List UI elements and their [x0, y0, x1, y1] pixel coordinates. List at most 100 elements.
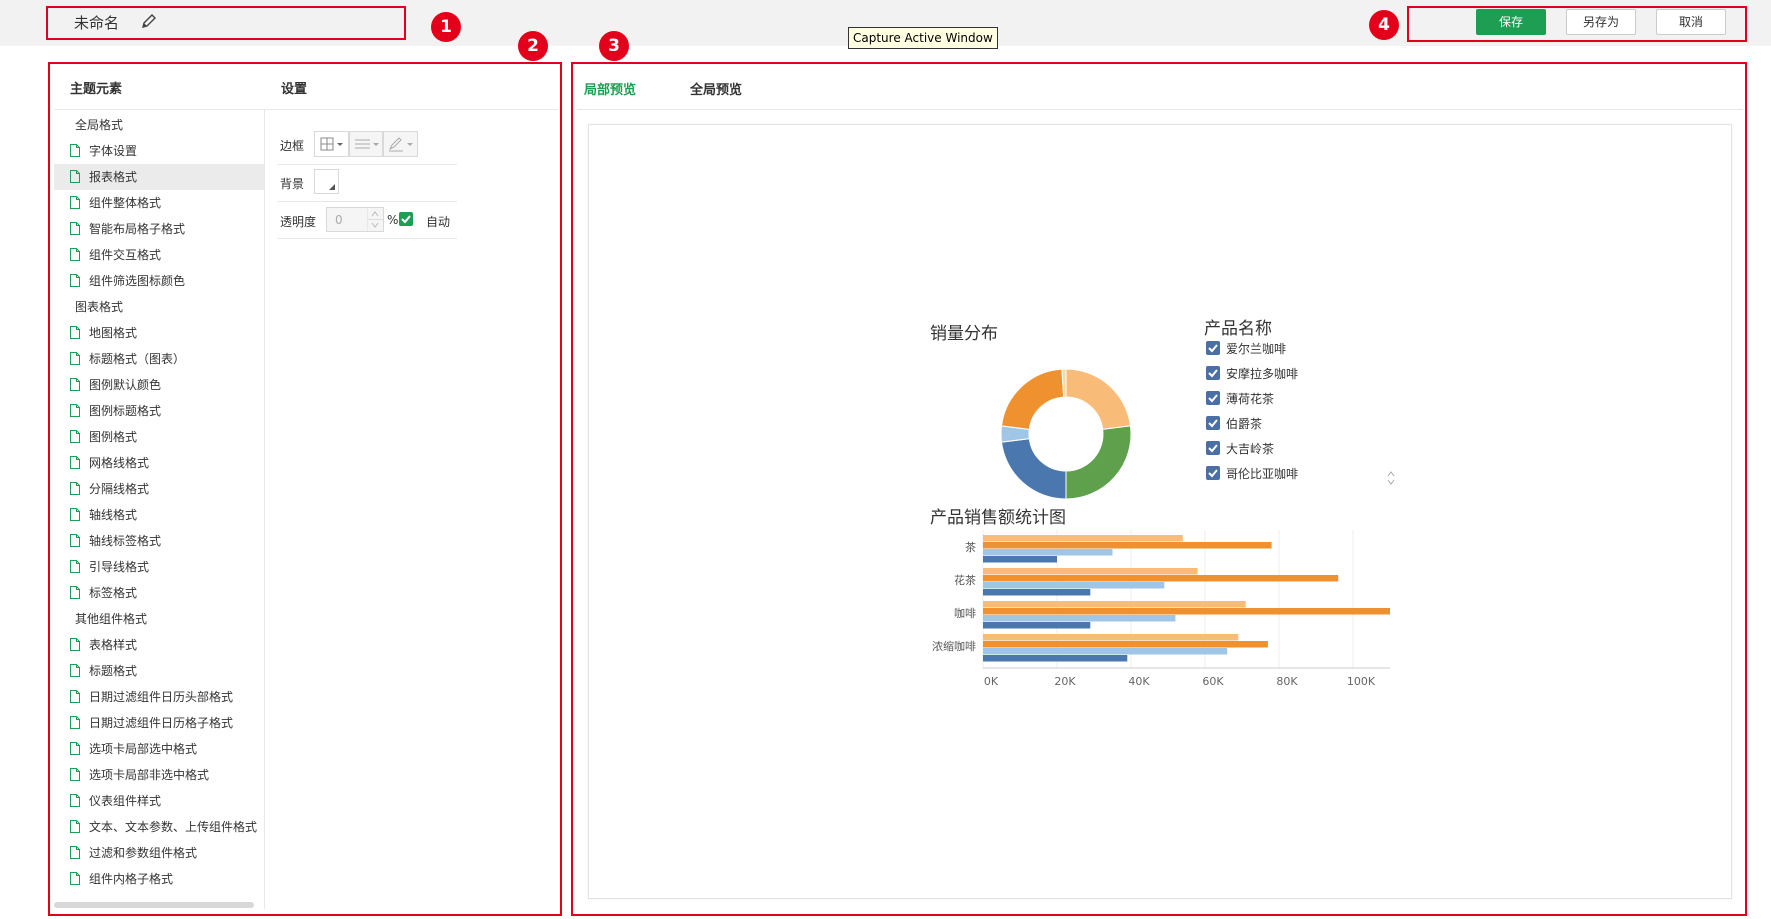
tree-group[interactable]: 其他组件格式	[54, 606, 264, 632]
border-grid-icon	[320, 137, 343, 151]
tree-item[interactable]: 日期过滤组件日历头部格式	[54, 684, 264, 710]
document-icon	[70, 638, 80, 651]
annotation-badge-2: 2	[518, 31, 548, 61]
donut-slice[interactable]	[1065, 368, 1132, 430]
tree-item[interactable]: 字体设置	[54, 138, 264, 164]
legend-title: 产品名称	[1204, 319, 1272, 339]
document-icon	[70, 716, 80, 729]
tree-item[interactable]: 标题格式	[54, 658, 264, 684]
pen-color-icon	[388, 137, 413, 152]
tree-group[interactable]: 全局格式	[54, 112, 264, 138]
border-line-dropdown[interactable]	[349, 131, 383, 157]
bar[interactable]	[983, 589, 1091, 596]
donut-slice[interactable]	[1065, 425, 1132, 500]
legend-checkbox[interactable]	[1206, 341, 1220, 355]
document-icon	[70, 222, 80, 235]
donut-chart	[1000, 368, 1132, 500]
save-button[interactable]: 保存	[1476, 9, 1546, 35]
bar[interactable]	[983, 549, 1113, 556]
tree-item[interactable]: 网格线格式	[54, 450, 264, 476]
donut-slice[interactable]	[1000, 368, 1065, 430]
tree-item-label: 字体设置	[89, 144, 138, 158]
bar[interactable]	[983, 615, 1176, 622]
border-style-dropdown[interactable]	[314, 131, 349, 157]
bar[interactable]	[983, 622, 1091, 629]
opacity-input[interactable]: 0	[326, 207, 384, 232]
tree-item-label: 地图格式	[89, 326, 138, 340]
donut-slice[interactable]	[1000, 438, 1067, 500]
left-panel-header-divider	[54, 109, 558, 110]
legend-checkbox[interactable]	[1206, 366, 1220, 380]
legend-label: 爱尔兰咖啡	[1226, 342, 1287, 356]
tab-global-preview[interactable]: 全局预览	[690, 79, 742, 98]
tree-item[interactable]: 图例格式	[54, 424, 264, 450]
tree-item[interactable]: 报表格式	[54, 164, 264, 190]
bar[interactable]	[983, 535, 1183, 542]
bar-chart-title: 产品销售额统计图	[930, 508, 1066, 528]
border-color-dropdown[interactable]	[383, 131, 418, 157]
pencil-icon[interactable]	[140, 12, 158, 30]
cancel-button[interactable]: 取消	[1656, 9, 1726, 35]
x-tick-label: 40K	[1128, 675, 1150, 688]
tree-item[interactable]: 选项卡局部非选中格式	[54, 762, 264, 788]
tree-item[interactable]: 文本、文本参数、上传组件格式	[54, 814, 264, 840]
tree-item[interactable]: 标签格式	[54, 580, 264, 606]
document-title[interactable]: 未命名	[74, 12, 119, 33]
tree-item[interactable]: 智能布局格子格式	[54, 216, 264, 242]
legend-checkbox[interactable]	[1206, 416, 1220, 430]
tree-item[interactable]: 轴线标签格式	[54, 528, 264, 554]
bar[interactable]	[983, 582, 1165, 589]
tree-item[interactable]: 仪表组件样式	[54, 788, 264, 814]
tree-item-label: 轴线标签格式	[89, 534, 162, 548]
tree-item[interactable]: 组件交互格式	[54, 242, 264, 268]
tree-item-label: 选项卡局部非选中格式	[89, 768, 210, 782]
annotation-badge-4: 4	[1369, 10, 1399, 40]
checkmark-icon	[1208, 344, 1218, 353]
bar[interactable]	[983, 568, 1198, 575]
bar[interactable]	[983, 634, 1239, 641]
bar[interactable]	[983, 542, 1272, 549]
tree-item[interactable]: 过滤和参数组件格式	[54, 840, 264, 866]
tree-item[interactable]: 选项卡局部选中格式	[54, 736, 264, 762]
tree-item[interactable]: 分隔线格式	[54, 476, 264, 502]
tree-item[interactable]: 表格样式	[54, 632, 264, 658]
tree-item-label: 轴线格式	[89, 508, 138, 522]
bar[interactable]	[983, 556, 1057, 563]
save-as-button[interactable]: 另存为	[1566, 9, 1636, 35]
tree-item[interactable]: 图例默认颜色	[54, 372, 264, 398]
legend-checkbox[interactable]	[1206, 466, 1220, 480]
y-category-label: 茶	[965, 541, 976, 554]
legend-scroll-arrows-icon[interactable]	[1386, 469, 1396, 487]
bar[interactable]	[983, 575, 1339, 582]
tree-item-label: 引导线格式	[89, 560, 150, 574]
tree-item-label: 标题格式（图表）	[89, 352, 186, 366]
document-icon	[70, 742, 80, 755]
tree-item-label: 表格样式	[89, 638, 138, 652]
auto-opacity-checkbox[interactable]	[399, 212, 413, 226]
checkmark-icon	[1208, 469, 1218, 478]
tree-item[interactable]: 地图格式	[54, 320, 264, 346]
tree-item[interactable]: 标题格式（图表）	[54, 346, 264, 372]
background-color-picker[interactable]	[314, 169, 339, 194]
bar[interactable]	[983, 608, 1390, 615]
bar[interactable]	[983, 648, 1228, 655]
bar[interactable]	[983, 601, 1246, 608]
document-icon	[70, 248, 80, 261]
tree-item[interactable]: 图例标题格式	[54, 398, 264, 424]
document-icon	[70, 794, 80, 807]
tree-item[interactable]: 组件整体格式	[54, 190, 264, 216]
tree-item[interactable]: 引导线格式	[54, 554, 264, 580]
tree-group[interactable]: 图表格式	[54, 294, 264, 320]
tree-horizontal-scrollbar[interactable]	[54, 902, 254, 908]
tree-item[interactable]: 组件筛选图标颜色	[54, 268, 264, 294]
bar[interactable]	[983, 655, 1128, 662]
document-icon	[70, 170, 80, 183]
bar[interactable]	[983, 641, 1268, 648]
legend-checkbox[interactable]	[1206, 391, 1220, 405]
tree-item[interactable]: 轴线格式	[54, 502, 264, 528]
tab-local-preview[interactable]: 局部预览	[584, 79, 636, 98]
tree-item[interactable]: 组件内格子格式	[54, 866, 264, 892]
spinner-arrows-icon[interactable]	[367, 208, 383, 231]
tree-item[interactable]: 日期过滤组件日历格子格式	[54, 710, 264, 736]
legend-checkbox[interactable]	[1206, 441, 1220, 455]
